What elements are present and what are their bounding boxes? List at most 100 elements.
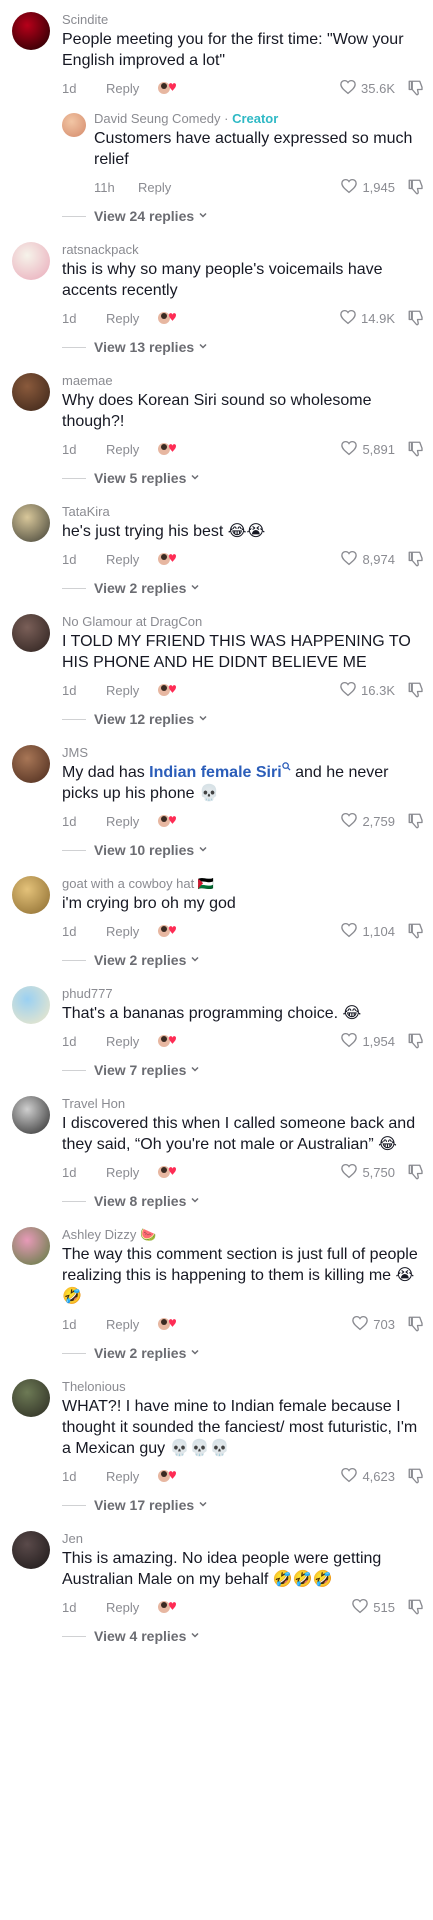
like-button[interactable]: 5,750 [340,1162,395,1183]
like-button[interactable]: 2,759 [340,811,395,832]
view-replies-label: View 17 replies [94,1497,195,1513]
view-replies-button[interactable]: View 8 replies [62,1187,425,1215]
like-button[interactable]: 4,623 [340,1466,395,1487]
reply-button[interactable]: Reply [106,81,156,96]
reply-button[interactable]: Reply [106,683,156,698]
reply-button[interactable]: Reply [106,1469,156,1484]
comment-author[interactable]: David Seung Comedy · Creator [94,111,425,127]
thumbs-down-icon[interactable] [407,922,425,940]
like-button[interactable]: 8,974 [340,549,395,570]
thumbs-down-icon[interactable] [407,681,425,699]
view-replies-button[interactable]: View 24 replies [62,202,425,230]
creator-heart-react-icon [156,920,178,942]
divider [62,587,86,589]
avatar[interactable] [12,745,50,783]
thumbs-down-icon[interactable] [407,1315,425,1333]
divider [62,215,86,217]
avatar[interactable] [12,1096,50,1134]
avatar[interactable] [62,113,86,137]
like-count: 16.3K [361,682,395,698]
thumbs-down-icon[interactable] [407,1598,425,1616]
view-replies-label: View 10 replies [94,842,195,858]
reply-button[interactable]: Reply [106,1317,156,1332]
view-replies-button[interactable]: View 5 replies [62,464,425,492]
comment-author[interactable]: No Glamour at DragCon [62,614,425,630]
comment-text: WHAT?! I have mine to Indian female beca… [62,1398,418,1457]
like-button[interactable]: 703 [351,1314,395,1335]
reply-button[interactable]: Reply [106,552,156,567]
divider [62,959,86,961]
view-replies-button[interactable]: View 10 replies [62,836,425,864]
thumbs-down-icon[interactable] [407,79,425,97]
like-button[interactable]: 16.3K [339,680,395,701]
thumbs-down-icon[interactable] [407,309,425,327]
thumbs-down-icon[interactable] [407,440,425,458]
avatar[interactable] [12,986,50,1024]
comment-author[interactable]: Thelonious [62,1379,425,1395]
search-link[interactable]: Indian female Siri [149,764,281,781]
avatar[interactable] [12,373,50,411]
reply-author-name[interactable]: David Seung Comedy [94,111,220,126]
thumbs-down-icon[interactable] [407,812,425,830]
comment-author[interactable]: phud777 [62,986,425,1002]
like-count: 8,974 [362,551,395,567]
avatar[interactable] [12,1379,50,1417]
creator-heart-react-icon [156,548,178,570]
reply-button[interactable]: Reply [106,1600,156,1615]
comment-actions: 1d Reply 5,891 [62,434,425,464]
like-button[interactable]: 5,891 [340,439,395,460]
like-button[interactable]: 35.6K [339,78,395,99]
creator-heart-react-icon [156,77,178,99]
view-replies-label: View 13 replies [94,339,195,355]
comment-text: This is amazing. No idea people were get… [62,1550,382,1588]
avatar[interactable] [12,1531,50,1569]
view-replies-button[interactable]: View 7 replies [62,1056,425,1084]
avatar[interactable] [12,1227,50,1265]
like-button[interactable]: 1,104 [340,921,395,942]
comment-author[interactable]: ratsnackpack [62,242,425,258]
reply-button[interactable]: Reply [106,311,156,326]
comment-author[interactable]: Travel Hon [62,1096,425,1112]
comment-author[interactable]: JMS [62,745,425,761]
view-replies-button[interactable]: View 17 replies [62,1491,425,1519]
view-replies-button[interactable]: View 2 replies [62,946,425,974]
comment-text-part: My dad has [62,764,150,781]
comment-author[interactable]: maemae [62,373,425,389]
comment-author[interactable]: goat with a cowboy hat 🇵🇸 [62,876,425,892]
avatar[interactable] [12,876,50,914]
view-replies-label: View 2 replies [94,1345,187,1361]
thumbs-down-icon[interactable] [407,1467,425,1485]
view-replies-button[interactable]: View 2 replies [62,1339,425,1367]
creator-heart-react-icon [156,679,178,701]
search-icon[interactable] [281,762,291,781]
reply-button[interactable]: Reply [138,180,188,195]
comment-feed: Scindite People meeting you for the firs… [0,0,433,1650]
reply-button[interactable]: Reply [106,1034,156,1049]
thumbs-down-icon[interactable] [407,550,425,568]
like-button[interactable]: 1,945 [340,177,395,198]
view-replies-button[interactable]: View 12 replies [62,705,425,733]
thumbs-down-icon[interactable] [407,178,425,196]
comment-author[interactable]: Jen [62,1531,425,1547]
avatar[interactable] [12,504,50,542]
comment-author[interactable]: Scindite [62,12,425,28]
reply-button[interactable]: Reply [106,814,156,829]
like-button[interactable]: 1,954 [340,1031,395,1052]
thumbs-down-icon[interactable] [407,1032,425,1050]
comment-actions: 1d Reply 703 [62,1309,425,1339]
reply-button[interactable]: Reply [106,924,156,939]
avatar[interactable] [12,614,50,652]
avatar[interactable] [12,242,50,280]
like-button[interactable]: 515 [351,1597,395,1618]
reply-button[interactable]: Reply [106,1165,156,1180]
like-button[interactable]: 14.9K [339,308,395,329]
view-replies-button[interactable]: View 13 replies [62,333,425,361]
view-replies-button[interactable]: View 2 replies [62,574,425,602]
reply-button[interactable]: Reply [106,442,156,457]
comment-author[interactable]: Ashley Dizzy 🍉 [62,1227,425,1243]
avatar[interactable] [12,12,50,50]
comment-item: Thelonious WHAT?! I have mine to Indian … [0,1367,433,1519]
view-replies-button[interactable]: View 4 replies [62,1622,425,1650]
comment-author[interactable]: TataKira [62,504,425,520]
thumbs-down-icon[interactable] [407,1163,425,1181]
